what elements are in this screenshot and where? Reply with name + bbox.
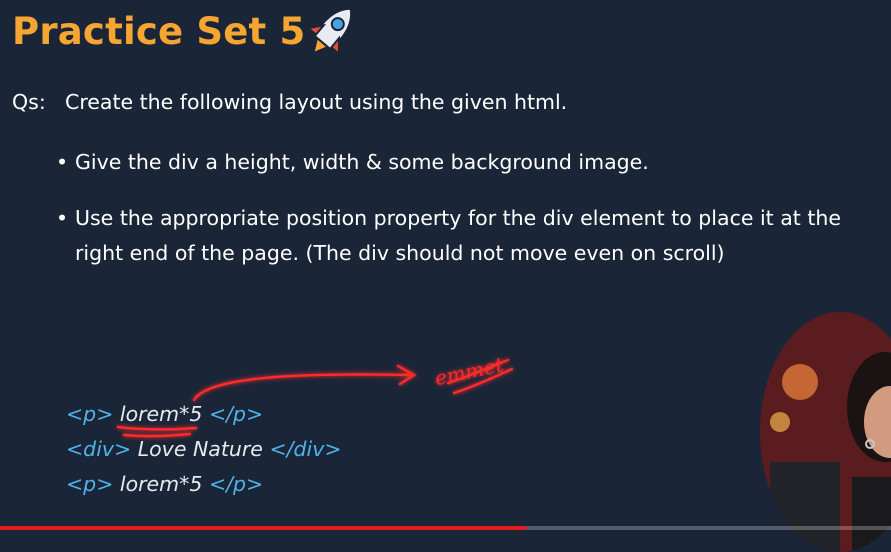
bullet-text: Give the div a height, width & some back… [75,150,649,174]
question-label: Qs: [12,90,46,114]
annotation-text: emmet [432,352,506,390]
code-close-tag: </p> [208,472,264,496]
code-body: lorem*5 [113,402,209,426]
bullet-item: • Give the div a height, width & some ba… [56,145,649,180]
code-line: <div> Love Nature </div> [66,432,342,467]
bullet-dot-icon: • [56,206,69,230]
code-close-tag: </p> [208,402,264,426]
presenter-image [760,312,891,552]
slide: Practice Set 5 Qs: Create the following l… [0,0,891,552]
code-body: Love Nature [131,437,270,461]
code-line: <p> lorem*5 </p> [66,397,263,432]
video-progress-bar[interactable] [0,526,891,530]
code-close-tag: </div> [269,437,342,461]
code-line: <p> lorem*5 </p> [66,467,263,502]
code-open-tag: <div> [66,437,132,461]
annotation-underline [446,358,510,385]
slide-title: Practice Set 5 [12,10,306,53]
presenter-video [760,312,891,552]
code-open-tag: <p> [66,472,114,496]
annotation-underline [452,367,514,395]
annotation-arrowhead [396,364,417,386]
code-open-tag: <p> [66,402,114,426]
bullet-dot-icon: • [56,150,69,174]
video-progress-fill [0,526,526,530]
code-body: lorem*5 [113,472,209,496]
question-text: Create the following layout using the gi… [65,90,568,114]
bullet-item: • Use the appropriate position property … [56,201,891,271]
rocket-icon [306,7,353,56]
bullet-text: Use the appropriate position property fo… [75,206,841,265]
question: Qs: Create the following layout using the… [12,90,567,114]
